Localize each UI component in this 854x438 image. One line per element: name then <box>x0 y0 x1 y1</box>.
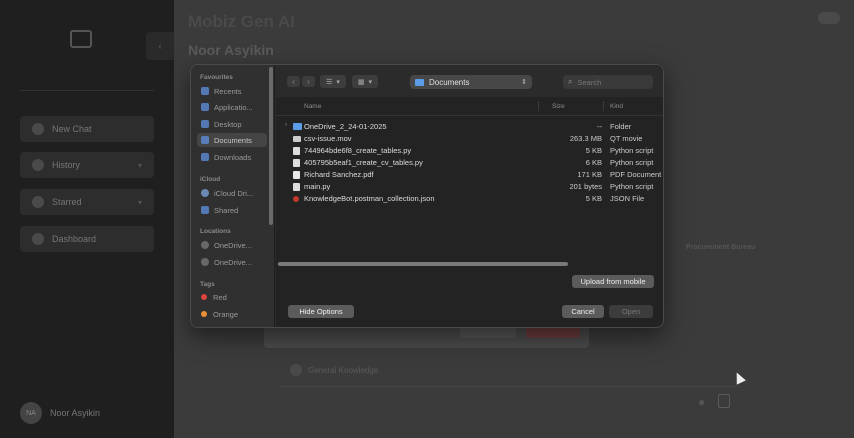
chat-input-bar[interactable]: ● <box>280 386 740 418</box>
app-logo-icon <box>70 30 92 48</box>
dialog-toolbar: ‹ › ☰ ▾ ▦ ▾ Documents ⇕ ⌕ Search <box>276 65 663 97</box>
avatar: NA <box>20 402 42 424</box>
dialog-sidebar: Favourites Recents Applicatio... Desktop… <box>191 65 275 327</box>
pdf-file-icon <box>293 171 300 179</box>
sidebar-item-documents[interactable]: Documents <box>197 133 267 147</box>
header-divider <box>276 115 663 116</box>
red-tag-icon <box>201 294 207 300</box>
movie-file-icon <box>293 136 301 142</box>
forward-button[interactable]: › <box>302 76 315 87</box>
document-icon <box>293 183 300 191</box>
chevron-down-icon: ▾ <box>368 78 373 86</box>
dialog-file-browser: ‹ › ☰ ▾ ▦ ▾ Documents ⇕ ⌕ Search Name Size… <box>276 65 663 327</box>
dashboard-button[interactable]: Dashboard <box>20 226 154 252</box>
document-icon <box>293 159 300 167</box>
sidebar-item-recents[interactable]: Recents <box>197 84 267 98</box>
sidebar-item-downloads[interactable]: Downloads <box>197 150 267 164</box>
app-sidebar: New Chat History ▾ Starred ▾ Dashboard N… <box>0 0 174 438</box>
applications-icon <box>201 103 209 111</box>
new-chat-button[interactable]: New Chat <box>20 116 154 142</box>
clock-icon <box>201 87 209 95</box>
chevron-down-icon: ▾ <box>336 78 340 86</box>
file-row[interactable]: main.py 201 bytes Python script <box>276 181 663 193</box>
document-icon <box>293 147 300 155</box>
plus-icon <box>32 123 44 135</box>
favourites-heading: Favourites <box>200 74 233 81</box>
sidebar-divider <box>20 90 154 91</box>
file-open-dialog: Favourites Recents Applicatio... Desktop… <box>190 64 664 328</box>
location-selector[interactable]: Documents ⇕ <box>410 75 532 89</box>
starred-button[interactable]: Starred ▾ <box>20 189 154 215</box>
user-name: Noor Asyikin <box>50 408 101 418</box>
star-icon <box>32 196 44 208</box>
user-profile[interactable]: NA Noor Asyikin <box>20 402 100 424</box>
document-icon <box>201 136 209 144</box>
folder-icon <box>415 78 424 86</box>
search-icon: ⌕ <box>568 77 573 86</box>
chevron-down-icon: ▾ <box>137 160 142 170</box>
file-row[interactable]: Richard Sanchez.pdf 171 KB PDF Document <box>276 169 663 181</box>
collapse-sidebar-button[interactable]: ‹ <box>146 32 174 60</box>
attach-file-icon[interactable] <box>718 394 730 408</box>
page-subtitle: Noor Asyikin <box>188 42 274 58</box>
cloud-icon <box>201 241 209 249</box>
sidebar-item-onedrive-2[interactable]: OneDrive... <box>197 255 267 269</box>
horizontal-scrollbar[interactable] <box>278 262 568 266</box>
open-button[interactable]: Open <box>609 305 653 318</box>
side-info: Procurement Bureau <box>686 244 756 251</box>
shared-folder-icon <box>201 206 209 214</box>
file-row[interactable]: KnowledgeBot.postman_collection.json 5 K… <box>276 193 663 205</box>
sidebar-item-shared[interactable]: Shared <box>197 203 267 217</box>
disclosure-triangle-icon[interactable]: › <box>285 122 287 128</box>
chat-source: General Knowledge <box>290 364 378 376</box>
cloud-icon <box>201 189 209 197</box>
column-separator <box>538 101 539 111</box>
app-title: Mobiz Gen AI <box>188 12 296 31</box>
list-icon: ☰ <box>326 78 333 86</box>
folder-icon <box>293 123 302 130</box>
file-row[interactable]: 405795b5eaf1_create_cv_tables.py 6 KB Py… <box>276 157 663 169</box>
hide-options-button[interactable]: Hide Options <box>288 305 354 318</box>
json-file-icon <box>293 196 299 202</box>
column-header-size[interactable]: Size <box>552 103 565 110</box>
up-down-chevron-icon: ⇕ <box>521 79 527 86</box>
column-separator <box>603 101 604 111</box>
column-header-kind[interactable]: Kind <box>610 103 623 110</box>
chevron-down-icon: ▾ <box>137 197 142 207</box>
bot-icon <box>290 364 302 376</box>
grid-icon: ▦ <box>357 78 365 86</box>
back-button[interactable]: ‹ <box>287 76 300 87</box>
history-button[interactable]: History ▾ <box>20 152 154 178</box>
microphone-icon[interactable]: ● <box>698 395 705 409</box>
file-row[interactable]: csv-issue.mov 263.3 MB QT movie <box>276 133 663 145</box>
search-input[interactable]: ⌕ Search <box>563 75 653 89</box>
sidebar-item-onedrive-1[interactable]: OneDrive... <box>197 238 267 252</box>
sidebar-item-icloud-drive[interactable]: iCloud Dri... <box>197 186 267 200</box>
theme-toggle[interactable] <box>818 12 840 24</box>
sidebar-item-desktop[interactable]: Desktop <box>197 117 267 131</box>
pie-chart-icon <box>32 233 44 245</box>
tags-heading: Tags <box>200 281 215 288</box>
file-row[interactable]: › OneDrive_2_24-01-2025 -- Folder <box>276 121 663 133</box>
desktop-icon <box>201 120 209 128</box>
file-row[interactable]: 744964bde6f8_create_tables.py 5 KB Pytho… <box>276 145 663 157</box>
cloud-icon <box>201 258 209 266</box>
clock-icon <box>32 159 44 171</box>
upload-from-mobile-button[interactable]: Upload from mobile <box>572 275 654 288</box>
sidebar-item-tag-orange[interactable]: Orange <box>197 307 267 321</box>
download-icon <box>201 153 209 161</box>
orange-tag-icon <box>201 311 207 317</box>
sidebar-scrollbar[interactable] <box>269 67 273 225</box>
grid-view-button[interactable]: ▦ ▾ <box>352 75 378 88</box>
list-view-button[interactable]: ☰ ▾ <box>320 75 346 88</box>
locations-heading: Locations <box>200 228 231 235</box>
sidebar-item-tag-red[interactable]: Red <box>197 290 267 304</box>
icloud-heading: iCloud <box>200 176 221 183</box>
cancel-button[interactable]: Cancel <box>562 305 604 318</box>
column-header-name[interactable]: Name <box>304 103 321 110</box>
sidebar-item-applications[interactable]: Applicatio... <box>197 100 267 114</box>
